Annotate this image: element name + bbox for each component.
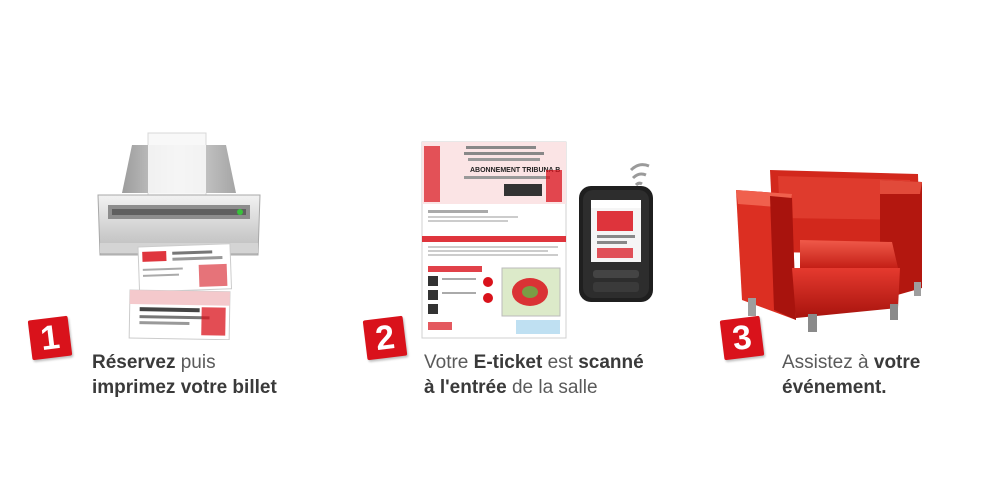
caption-line: imprimez votre billet [92, 377, 277, 398]
step-caption: Votre E-ticket est scanné à l'entrée de … [424, 350, 644, 400]
armchair-icon [736, 170, 922, 332]
armchair-illustration [730, 160, 930, 335]
caption-line: à l'entrée de la salle [424, 377, 598, 398]
scanner-device-icon [579, 163, 653, 302]
wifi-icon [629, 163, 650, 172]
step-caption: Assistez à votre événement. [782, 350, 920, 400]
e-ticket-icon: ABONNEMENT TRIBUNA B [421, 141, 567, 339]
e-ticket-illustration: ABONNEMENT TRIBUNA B [420, 140, 570, 340]
printer-illustration [90, 125, 270, 341]
caption-line: événement. [782, 377, 887, 398]
caption-line: Assistez à votre [782, 352, 921, 373]
scanner-illustration [575, 158, 665, 308]
caption-line: Votre E-ticket est scanné [424, 352, 644, 373]
printer-icon [97, 132, 261, 341]
caption-line: Réservez puis [92, 352, 216, 373]
step-number-badge: 2 [362, 315, 408, 361]
step-number-badge: 1 [27, 315, 73, 361]
step-number-badge: 3 [719, 315, 765, 361]
step-caption: Réservez puis imprimez votre billet [92, 350, 277, 400]
